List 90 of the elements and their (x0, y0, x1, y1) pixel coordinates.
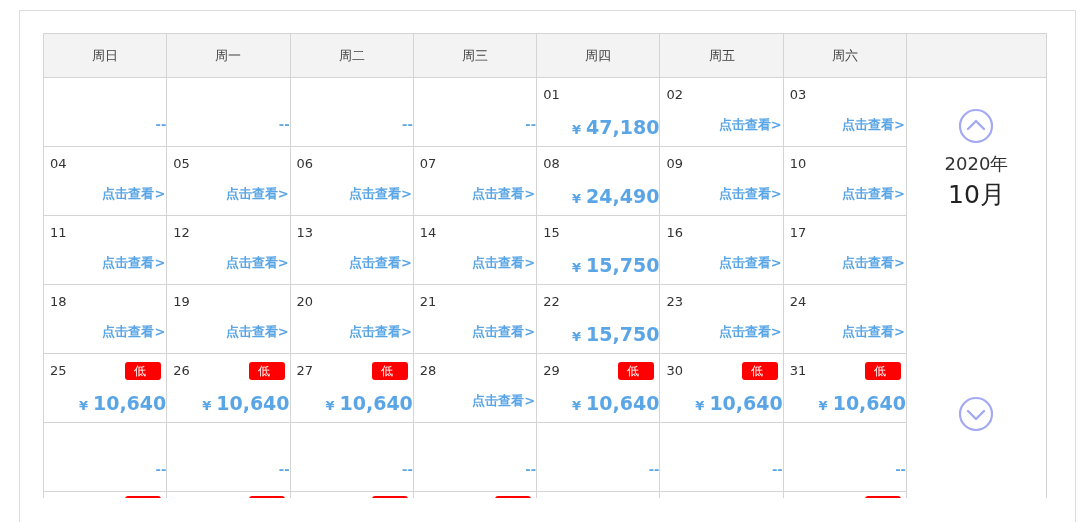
no-price-dash: -- (648, 462, 660, 479)
date-number: 19 (173, 294, 190, 309)
no-price-dash: -- (155, 117, 167, 134)
view-link[interactable]: 点击查看> (102, 185, 167, 203)
view-link[interactable]: 点击查看> (102, 254, 167, 272)
date-number: 17 (789, 225, 807, 240)
low-price-badge: 低 (741, 362, 778, 380)
price[interactable]: ¥ 10,640 (695, 392, 783, 414)
weekday-header: 周一 (167, 34, 291, 78)
view-link[interactable]: 点击查看> (472, 185, 537, 203)
view-link[interactable]: 点击查看> (842, 185, 906, 203)
low-price-badge: 低 (371, 362, 408, 380)
view-link[interactable]: 点击查看> (348, 254, 413, 272)
date-number: 11 (50, 225, 67, 240)
view-link[interactable]: 点击查看> (718, 323, 783, 341)
view-link[interactable]: 点击查看> (225, 254, 290, 272)
price[interactable]: ¥ 15,750 (572, 254, 660, 276)
date-number: 13 (296, 225, 314, 240)
date-number: 04 (50, 156, 67, 171)
date-number: 14 (419, 225, 437, 240)
date-number: 30 (666, 363, 683, 378)
low-price-badge: 低 (865, 362, 901, 380)
date-number: 26 (173, 363, 190, 378)
date-number: 05 (173, 156, 190, 171)
weekday-header: 周四 (537, 34, 661, 78)
no-price-dash: -- (155, 462, 167, 479)
low-price-badge: 低 (125, 362, 162, 380)
view-link[interactable]: 点击查看> (348, 185, 413, 203)
date-number: 22 (543, 294, 560, 309)
low-price-badge: 低 (618, 362, 655, 380)
date-number: 01 (543, 87, 560, 102)
view-link[interactable]: 点击查看> (718, 116, 783, 134)
view-link[interactable]: 点击查看> (842, 323, 906, 341)
price[interactable]: ¥ 10,640 (325, 392, 413, 414)
no-price-dash: -- (771, 462, 783, 479)
no-price-dash: -- (278, 462, 290, 479)
date-number: 18 (50, 294, 67, 309)
price[interactable]: ¥ 10,640 (818, 392, 906, 414)
no-price-dash: -- (525, 462, 537, 479)
date-number: 27 (296, 363, 314, 378)
view-link[interactable]: 点击查看> (472, 254, 537, 272)
no-price-dash: -- (402, 117, 413, 134)
no-price-dash: -- (278, 117, 290, 134)
price[interactable]: ¥ 15,750 (572, 323, 660, 345)
low-price-badge: 低 (248, 362, 285, 380)
date-number: 16 (666, 225, 683, 240)
view-link[interactable]: 点击查看> (225, 185, 290, 203)
view-link[interactable]: 点击查看> (225, 323, 290, 341)
view-link[interactable]: 点击查看> (842, 254, 906, 272)
date-number: 06 (296, 156, 314, 171)
date-number: 21 (419, 294, 437, 309)
view-link[interactable]: 点击查看> (472, 323, 537, 341)
previous-month-icon[interactable] (958, 108, 995, 144)
date-number: 29 (543, 363, 560, 378)
no-price-dash: -- (402, 462, 413, 479)
no-price-dash: -- (525, 117, 537, 134)
month-label: 10月 (948, 179, 1005, 211)
weekday-header: 周六 (783, 34, 907, 78)
weekday-header: 周日 (44, 34, 168, 78)
price[interactable]: ¥ 10,640 (78, 392, 167, 414)
weekday-header: 周二 (290, 34, 414, 78)
date-number: 03 (789, 87, 807, 102)
price[interactable]: ¥ 10,640 (202, 392, 290, 414)
date-number: 25 (50, 363, 67, 378)
date-number: 28 (419, 363, 437, 378)
view-link[interactable]: 点击查看> (718, 254, 783, 272)
weekday-header: 周三 (413, 34, 538, 78)
year-label: 2020年 (944, 152, 1009, 176)
weekday-header: 周五 (660, 34, 784, 78)
date-number: 09 (666, 156, 683, 171)
date-number: 07 (419, 156, 437, 171)
price[interactable]: ¥ 47,180 (572, 116, 660, 138)
price[interactable]: ¥ 10,640 (572, 392, 660, 414)
date-number: 20 (296, 294, 314, 309)
date-number: 15 (543, 225, 560, 240)
no-price-dash: -- (895, 462, 906, 479)
next-month-icon[interactable] (958, 396, 995, 432)
date-number: 10 (789, 156, 807, 171)
date-number: 12 (173, 225, 190, 240)
view-link[interactable]: 点击查看> (348, 323, 413, 341)
view-link[interactable]: 点击查看> (718, 185, 783, 203)
date-number: 02 (666, 87, 683, 102)
view-link[interactable]: 点击查看> (102, 323, 167, 341)
price[interactable]: ¥ 24,490 (572, 185, 660, 207)
date-number: 31 (789, 363, 807, 378)
view-link[interactable]: 点击查看> (842, 116, 906, 134)
date-number: 23 (666, 294, 683, 309)
date-number: 24 (789, 294, 807, 309)
date-number: 08 (543, 156, 560, 171)
view-link[interactable]: 点击查看> (472, 392, 537, 410)
